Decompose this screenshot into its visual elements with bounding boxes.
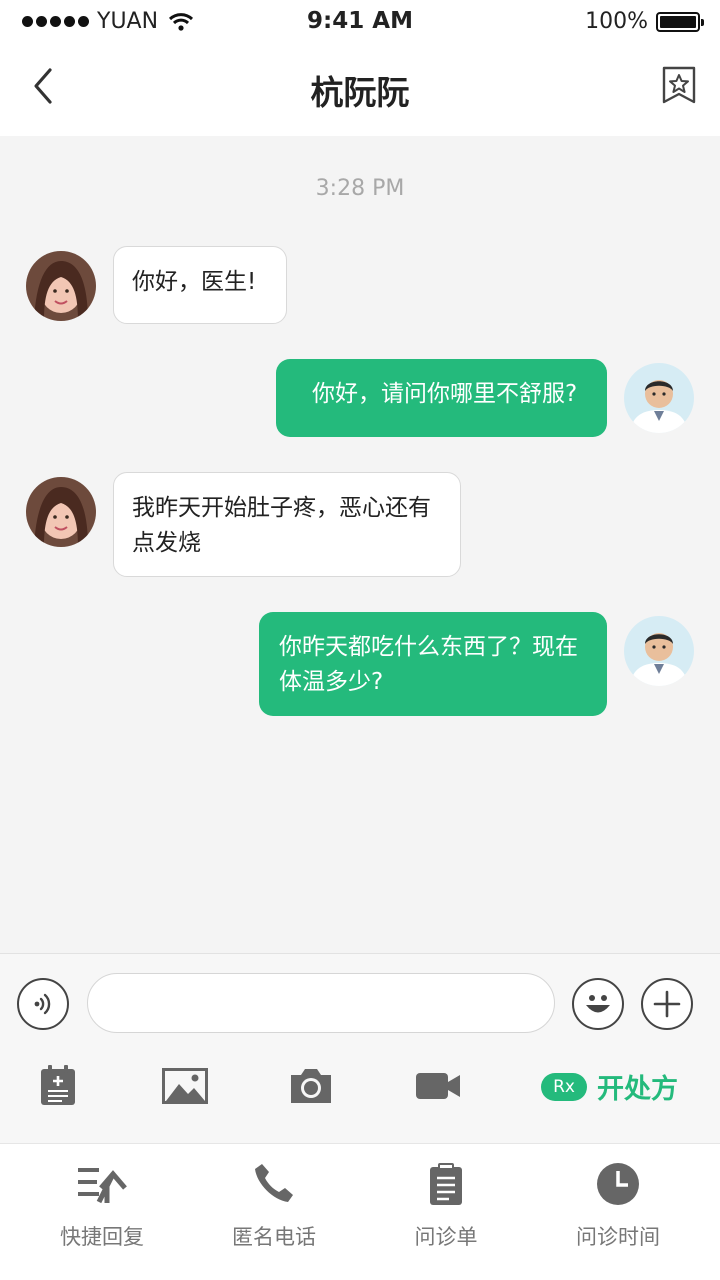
notes-icon [41,1065,75,1105]
video-icon [416,1073,460,1099]
doctor-avatar[interactable] [624,363,694,433]
battery-status: 100% [585,9,704,34]
nav-bar: 杭阮阮 [0,44,720,136]
message-input[interactable] [87,973,555,1033]
camera-button[interactable] [288,1066,334,1110]
camera-icon [291,1069,331,1103]
photo-album-button[interactable] [162,1068,208,1108]
phone-icon [255,1164,293,1202]
chat-area[interactable]: 3:28 PM 你好，医生! 你好，请问你哪里不舒服? 我昨天开始肚子疼，恶心还… [0,136,720,953]
status-bar: YUAN 9:41 AM 100% [0,0,720,44]
emoji-button[interactable] [572,978,624,1030]
bottom-tab-bar: 快捷回复 匿名电话 问诊单 问诊时间 [0,1143,720,1280]
prescribe-button[interactable]: Rx 开处方 [541,1067,678,1106]
tab-label: 匿名电话 [232,1225,316,1249]
image-icon [162,1068,208,1104]
patient-avatar[interactable] [26,251,96,321]
message-timestamp: 3:28 PM [315,176,405,201]
message-bubble-sent[interactable]: 你昨天都吃什么东西了？现在体温多少? [259,612,607,716]
voice-icon [34,993,51,1015]
clipboard-icon [430,1163,462,1205]
rx-badge: Rx [541,1072,587,1101]
prescribe-label: 开处方 [597,1074,678,1105]
voice-button[interactable] [17,978,69,1030]
tab-label: 问诊时间 [576,1225,660,1249]
battery-percent: 100% [585,9,648,34]
quick-reply-icon [78,1168,127,1204]
patient-avatar[interactable] [26,477,96,547]
message-bubble-received[interactable]: 你好，医生! [113,246,287,324]
tab-label: 问诊单 [414,1225,478,1249]
tab-consult-time[interactable]: 问诊时间 [528,1144,708,1280]
tab-label: 快捷回复 [60,1225,144,1249]
message-bubble-received[interactable]: 我昨天开始肚子疼，恶心还有点发烧 [113,472,461,577]
tab-consult-form[interactable]: 问诊单 [356,1144,536,1280]
doctor-avatar[interactable] [624,616,694,686]
bookmark-star-icon [662,66,696,104]
emoji-icon [586,995,610,1013]
page-title: 杭阮阮 [310,73,410,112]
battery-icon [656,11,704,32]
tab-quick-reply[interactable]: 快捷回复 [12,1144,192,1280]
favorite-button[interactable] [662,66,696,104]
video-call-button[interactable] [415,1072,461,1104]
more-button[interactable] [641,978,693,1030]
medical-record-button[interactable] [40,1064,76,1110]
plus-icon [653,990,681,1018]
tab-anonymous-call[interactable]: 匿名电话 [184,1144,364,1280]
message-bubble-sent[interactable]: 你好，请问你哪里不舒服? [276,359,607,437]
clock-icon [597,1163,639,1205]
input-area: Rx 开处方 [0,953,720,1143]
